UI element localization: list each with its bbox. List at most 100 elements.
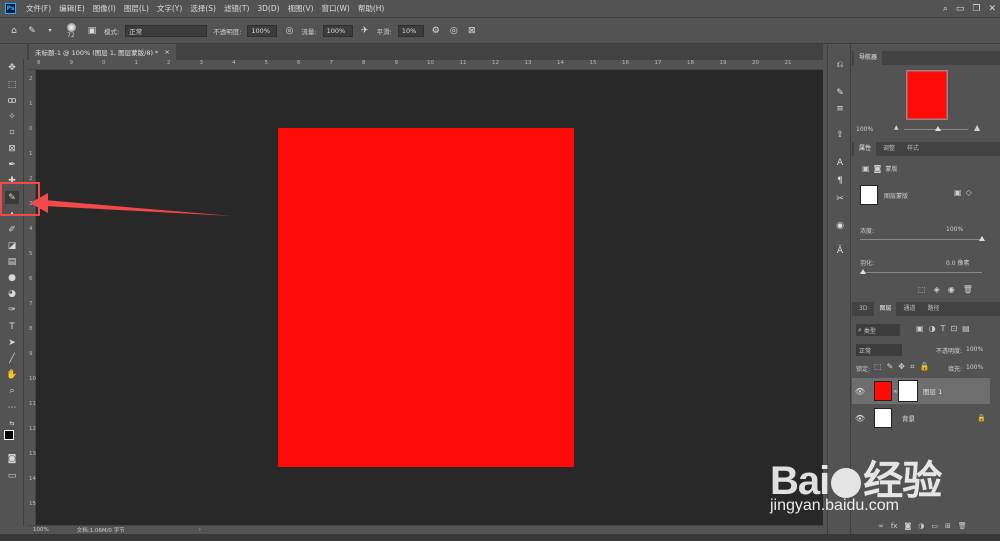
restore-icon[interactable]: ❐ xyxy=(972,4,980,14)
filter-type-icon[interactable]: T xyxy=(941,324,946,333)
pen-tool-icon[interactable]: ✑ xyxy=(5,303,19,316)
brush-preset-picker[interactable]: 72 xyxy=(62,22,80,39)
mode-select[interactable]: 正常 xyxy=(125,24,208,37)
blend-mode-select[interactable]: 正常 xyxy=(856,344,902,356)
zoom-level[interactable]: 100% xyxy=(33,527,49,533)
brush-settings-icon[interactable]: ≡ xyxy=(833,102,847,115)
tool-presets-icon[interactable]: ✂ xyxy=(833,192,847,205)
zoom-in-icon[interactable]: ▲ xyxy=(974,123,980,132)
tab-adjustments[interactable]: 调整 xyxy=(878,142,900,156)
disable-mask-icon[interactable]: ◉ xyxy=(948,285,955,294)
zoom-tool-icon[interactable]: ⌕ xyxy=(5,384,19,397)
marquee-tool-icon[interactable]: ⬚ xyxy=(5,78,19,91)
crop-tool-icon[interactable]: ⌗ xyxy=(5,126,19,139)
pressure-size-icon[interactable]: ◎ xyxy=(448,26,460,36)
tab-paths[interactable]: 路径 xyxy=(922,302,944,316)
menu-edit[interactable]: 编辑(E) xyxy=(55,3,89,14)
visibility-eye-icon[interactable]: 👁 xyxy=(852,414,868,423)
search-icon[interactable]: ⌕ xyxy=(943,4,948,14)
document-tab[interactable]: 未标题-1 @ 100% (图层 1, 图层蒙版/8) * × xyxy=(29,44,176,60)
layer1-mask-thumbnail[interactable] xyxy=(898,380,918,402)
eyedropper-tool-icon[interactable]: ✒ xyxy=(5,158,19,171)
tab-3d[interactable]: 3D xyxy=(854,302,872,316)
delete-layer-icon[interactable]: 🗑 xyxy=(958,522,967,530)
status-menu-arrow[interactable]: › xyxy=(199,527,201,533)
workspace-icon[interactable]: ▭ xyxy=(956,4,965,14)
document-canvas[interactable] xyxy=(278,128,574,467)
close-tab-icon[interactable]: × xyxy=(164,48,169,56)
hand-tool-icon[interactable]: ✋ xyxy=(5,368,19,381)
flow-input[interactable]: 100% xyxy=(322,24,353,37)
symmetry-icon[interactable]: ⊠ xyxy=(466,26,478,36)
menu-view[interactable]: 视图(V) xyxy=(284,3,318,14)
chain-link-icon[interactable]: ∞ xyxy=(893,388,898,395)
layer1-name[interactable]: 图层 1 xyxy=(923,386,942,396)
libraries-icon[interactable]: ◉ xyxy=(833,219,847,232)
menu-file[interactable]: 文件(F) xyxy=(22,3,55,14)
lock-paint-icon[interactable]: ✎ xyxy=(887,362,894,372)
gradient-tool-icon[interactable]: ▤ xyxy=(5,255,19,268)
menu-3d[interactable]: 3D(D) xyxy=(253,4,283,13)
lasso-tool-icon[interactable]: ꝏ xyxy=(5,94,19,107)
layer-row-layer1[interactable]: 👁 ∞ 图层 1 xyxy=(852,378,990,404)
select-pixel-mask-icon[interactable]: ▣ xyxy=(954,188,962,197)
lock-position-icon[interactable]: ✥ xyxy=(898,362,905,372)
swap-colors-icon[interactable]: ⇆ xyxy=(5,417,19,430)
brush-panel-icon[interactable]: ✎ xyxy=(833,86,847,99)
magic-wand-tool-icon[interactable]: ✧ xyxy=(5,110,19,123)
airbrush-icon[interactable]: ✈ xyxy=(359,26,371,36)
load-selection-icon[interactable]: ⬚ xyxy=(918,285,926,294)
tab-styles[interactable]: 样式 xyxy=(902,142,924,156)
frame-tool-icon[interactable]: ⊠ xyxy=(5,142,19,155)
layer-row-background[interactable]: 👁 背景 🔒 xyxy=(852,405,990,431)
vector-mask-icon[interactable]: ◙ xyxy=(874,164,882,173)
tab-layers[interactable]: 图层 xyxy=(874,302,897,316)
fx-icon[interactable]: fx xyxy=(891,522,898,530)
menu-image[interactable]: 图像(I) xyxy=(89,3,120,14)
zoom-out-icon[interactable]: ▲ xyxy=(894,124,899,131)
new-group-icon[interactable]: ▭ xyxy=(931,522,938,530)
menu-window[interactable]: 窗口(W) xyxy=(318,3,354,14)
pixel-mask-icon[interactable]: ▣ xyxy=(862,164,870,173)
feather-thumb[interactable] xyxy=(860,269,866,274)
feather-slider[interactable] xyxy=(860,272,982,273)
tab-properties[interactable]: 属性 xyxy=(854,142,877,156)
move-tool-icon[interactable]: ✥ xyxy=(5,61,19,74)
close-icon[interactable]: ✕ xyxy=(988,4,996,14)
density-thumb[interactable] xyxy=(979,236,985,241)
foreground-color-swatch[interactable] xyxy=(4,430,14,440)
background-thumbnail[interactable] xyxy=(874,408,892,428)
tab-channels[interactable]: 通道 xyxy=(898,302,920,316)
navigator-thumbnail[interactable] xyxy=(906,70,948,120)
line-tool-icon[interactable]: ╱ xyxy=(5,352,19,365)
menu-help[interactable]: 帮助(H) xyxy=(354,3,389,14)
blur-tool-icon[interactable]: ● xyxy=(5,271,19,284)
chevron-down-icon[interactable]: ▾ xyxy=(44,27,56,34)
paragraph-icon[interactable]: ¶ xyxy=(833,174,847,187)
lock-pixels-icon[interactable]: ⬚ xyxy=(874,362,882,372)
density-value[interactable]: 100% xyxy=(946,226,963,233)
dodge-tool-icon[interactable]: ◕ xyxy=(5,287,19,300)
density-slider[interactable] xyxy=(860,239,982,240)
filter-adjustment-icon[interactable]: ◑ xyxy=(929,324,936,333)
background-layer-name[interactable]: 背景 xyxy=(902,413,915,423)
menu-type[interactable]: 文字(Y) xyxy=(153,3,186,14)
link-layers-icon[interactable]: ∞ xyxy=(878,522,884,530)
delete-mask-icon[interactable]: 🗑 xyxy=(963,285,973,294)
brush-settings-icon[interactable]: ▣ xyxy=(86,26,98,36)
new-layer-icon[interactable]: ⊞ xyxy=(945,522,951,530)
path-selection-tool-icon[interactable]: ➤ xyxy=(5,336,19,349)
opacity-input[interactable]: 100% xyxy=(247,24,278,37)
lock-all-icon[interactable]: 🔒 xyxy=(919,362,929,372)
navigator-zoom-thumb[interactable] xyxy=(935,126,941,131)
fill-value[interactable]: 100% xyxy=(966,364,983,371)
add-mask-icon[interactable]: ◙ xyxy=(904,522,911,530)
lock-artboard-icon[interactable]: ⌗ xyxy=(910,362,915,372)
eraser-tool-icon[interactable]: ◪ xyxy=(5,239,19,252)
add-vector-mask-icon[interactable]: ◇ xyxy=(966,188,972,197)
quick-mask-icon[interactable]: ◙ xyxy=(5,452,19,465)
menu-layer[interactable]: 图层(L) xyxy=(120,3,153,14)
filter-pixel-icon[interactable]: ▣ xyxy=(916,324,924,333)
home-icon[interactable]: ⌂ xyxy=(8,26,20,36)
feather-value[interactable]: 0.0 像素 xyxy=(946,258,969,267)
